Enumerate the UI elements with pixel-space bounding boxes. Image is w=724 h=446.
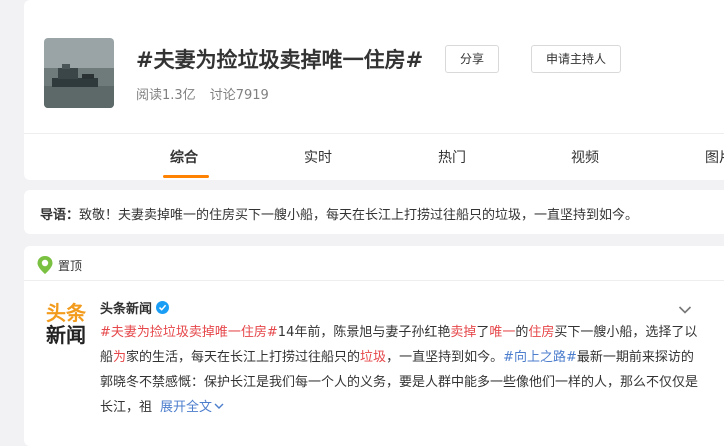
topic-cover-image bbox=[44, 38, 114, 108]
topic-intro: 导语：致敬！夫妻卖掉唯一的住房买下一艘小船，每天在长江上打捞过往船只的垃圾，一直… bbox=[40, 204, 638, 223]
pinned-label: 置顶 bbox=[58, 259, 83, 273]
topic-header-card: #夫妻为捡垃圾卖掉唯一住房# 阅读1.3亿 讨论7919 分享 申请主持人 综合 … bbox=[24, 0, 724, 180]
share-button[interactable]: 分享 bbox=[445, 45, 500, 73]
post-text: 家的生活，每天在长江上打捞过往船只的 bbox=[126, 350, 361, 365]
active-tab-indicator bbox=[163, 175, 209, 178]
discussion-count: 讨论7919 bbox=[209, 88, 269, 103]
post-highlight: 为 bbox=[113, 350, 127, 365]
topic-stats: 阅读1.3亿 讨论7919 bbox=[136, 84, 269, 103]
tab-comprehensive[interactable]: 综合 bbox=[170, 147, 198, 167]
intro-text: 致敬！夫妻卖掉唯一的住房买下一艘小船，每天在长江上打捞过往船只的垃圾，一直坚持到… bbox=[79, 208, 639, 223]
avatar-text-top: 头条 bbox=[46, 301, 86, 325]
read-count: 阅读1.3亿 bbox=[136, 88, 196, 103]
pinned-post-card: 置顶 头条 新闻 头条新闻 #夫妻为捡垃圾卖掉唯一住房#14年前，陈景旭与妻子孙… bbox=[24, 246, 724, 446]
apply-host-button[interactable]: 申请主持人 bbox=[531, 45, 622, 73]
topic-title: #夫妻为捡垃圾卖掉唯一住房# bbox=[136, 48, 424, 72]
post-text: ，一直坚持到如今。 bbox=[386, 350, 504, 365]
post-highlight: 住房 bbox=[528, 325, 555, 340]
post-highlight: 唯一 bbox=[489, 325, 516, 340]
tab-realtime[interactable]: 实时 bbox=[304, 147, 332, 167]
tab-hot[interactable]: 热门 bbox=[438, 147, 466, 167]
pinned-divider bbox=[24, 280, 724, 281]
author-avatar[interactable]: 头条 新闻 bbox=[46, 302, 86, 350]
tab-images[interactable]: 图片 bbox=[705, 147, 724, 167]
tab-video[interactable]: 视频 bbox=[571, 147, 599, 167]
avatar-text-bottom: 新闻 bbox=[46, 323, 86, 347]
author-name-row: 头条新闻 bbox=[100, 298, 170, 317]
expand-chevron-icon bbox=[214, 403, 224, 409]
hashtag-link[interactable]: #向上之路# bbox=[503, 350, 577, 365]
author-name[interactable]: 头条新闻 bbox=[100, 302, 152, 317]
post-highlight: 卖掉 bbox=[450, 325, 477, 340]
expand-full-text-link[interactable]: 展开全文 bbox=[160, 400, 224, 415]
chevron-down-icon[interactable] bbox=[678, 300, 692, 314]
intro-card: 导语：致敬！夫妻卖掉唯一的住房买下一艘小船，每天在长江上打捞过往船只的垃圾，一直… bbox=[24, 190, 724, 234]
topic-hashtag-link[interactable]: #夫妻为捡垃圾卖掉唯一住房# bbox=[100, 325, 278, 340]
post-highlight: 垃圾 bbox=[360, 350, 387, 365]
expand-label: 展开全文 bbox=[160, 400, 213, 415]
post-text: 了 bbox=[476, 325, 490, 340]
intro-label: 导语： bbox=[40, 208, 80, 223]
verified-badge-icon bbox=[156, 301, 170, 314]
post-body: #夫妻为捡垃圾卖掉唯一住房#14年前，陈景旭与妻子孙红艳卖掉了唯一的住房买下一艘… bbox=[100, 320, 700, 420]
tab-bar: 综合 实时 热门 视频 图片 bbox=[24, 134, 724, 180]
post-text: 14年前，陈景旭与妻子孙红艳 bbox=[277, 325, 451, 340]
pin-icon bbox=[36, 255, 54, 275]
post-text: 的 bbox=[515, 325, 529, 340]
